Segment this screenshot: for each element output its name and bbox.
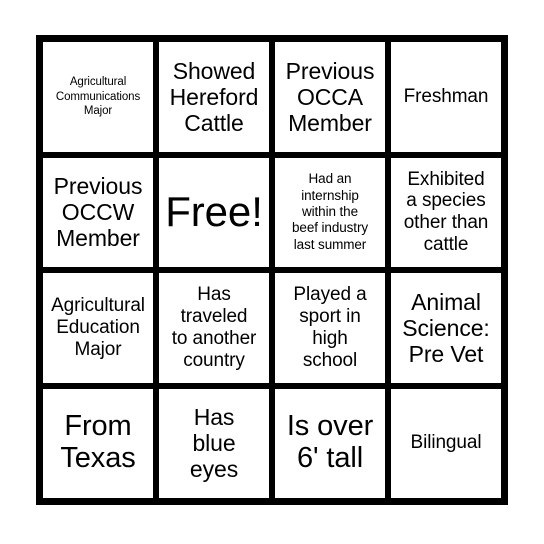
bingo-cell[interactable]: From Texas <box>43 388 153 498</box>
bingo-cell-label: Exhibited a species other than cattle <box>403 168 489 256</box>
bingo-cell[interactable]: Played a sport in high school <box>275 273 385 383</box>
bingo-cell-label: Bilingual <box>410 432 482 454</box>
bingo-cell-label: Agricultural Education Major <box>51 294 145 360</box>
bingo-cell-label: Free! <box>165 188 263 236</box>
bingo-card-grid: Agricultural Communications Major Showed … <box>36 35 508 505</box>
bingo-cell[interactable]: Agricultural Education Major <box>43 273 153 383</box>
bingo-cell[interactable]: Bilingual <box>391 388 501 498</box>
bingo-free-space-cell[interactable]: Free! <box>159 157 269 267</box>
bingo-cell-label: Has blue eyes <box>189 404 239 483</box>
bingo-cell-label: Has traveled to another country <box>171 284 257 371</box>
bingo-cell[interactable]: Previous OCCA Member <box>275 42 385 152</box>
bingo-page: Agricultural Communications Major Showed … <box>0 0 544 544</box>
bingo-cell[interactable]: Has traveled to another country <box>159 273 269 383</box>
bingo-cell[interactable]: Had an internship within the beef indust… <box>275 157 385 267</box>
bingo-cell[interactable]: Is over 6' tall <box>275 388 385 498</box>
bingo-cell-label: Previous OCCW Member <box>53 173 143 252</box>
bingo-cell-label: From Texas <box>60 410 136 475</box>
bingo-cell[interactable]: Freshman <box>391 42 501 152</box>
bingo-cell[interactable]: Previous OCCW Member <box>43 157 153 267</box>
bingo-cell-label: Animal Science: Pre Vet <box>402 288 490 367</box>
bingo-cell-label: Previous OCCA Member <box>285 57 375 136</box>
bingo-cell-label: Agricultural Communications Major <box>55 76 141 117</box>
bingo-cell-label: Played a sport in high school <box>293 284 367 371</box>
bingo-cell-label: Is over 6' tall <box>286 410 374 475</box>
bingo-cell[interactable]: Animal Science: Pre Vet <box>391 273 501 383</box>
bingo-cell-label: Had an internship within the beef indust… <box>292 171 368 252</box>
bingo-cell-label: Freshman <box>403 85 489 107</box>
bingo-cell[interactable]: Showed Hereford Cattle <box>159 42 269 152</box>
bingo-cell-label: Showed Hereford Cattle <box>169 57 259 136</box>
bingo-cell[interactable]: Agricultural Communications Major <box>43 42 153 152</box>
bingo-cell[interactable]: Exhibited a species other than cattle <box>391 157 501 267</box>
bingo-cell[interactable]: Has blue eyes <box>159 388 269 498</box>
